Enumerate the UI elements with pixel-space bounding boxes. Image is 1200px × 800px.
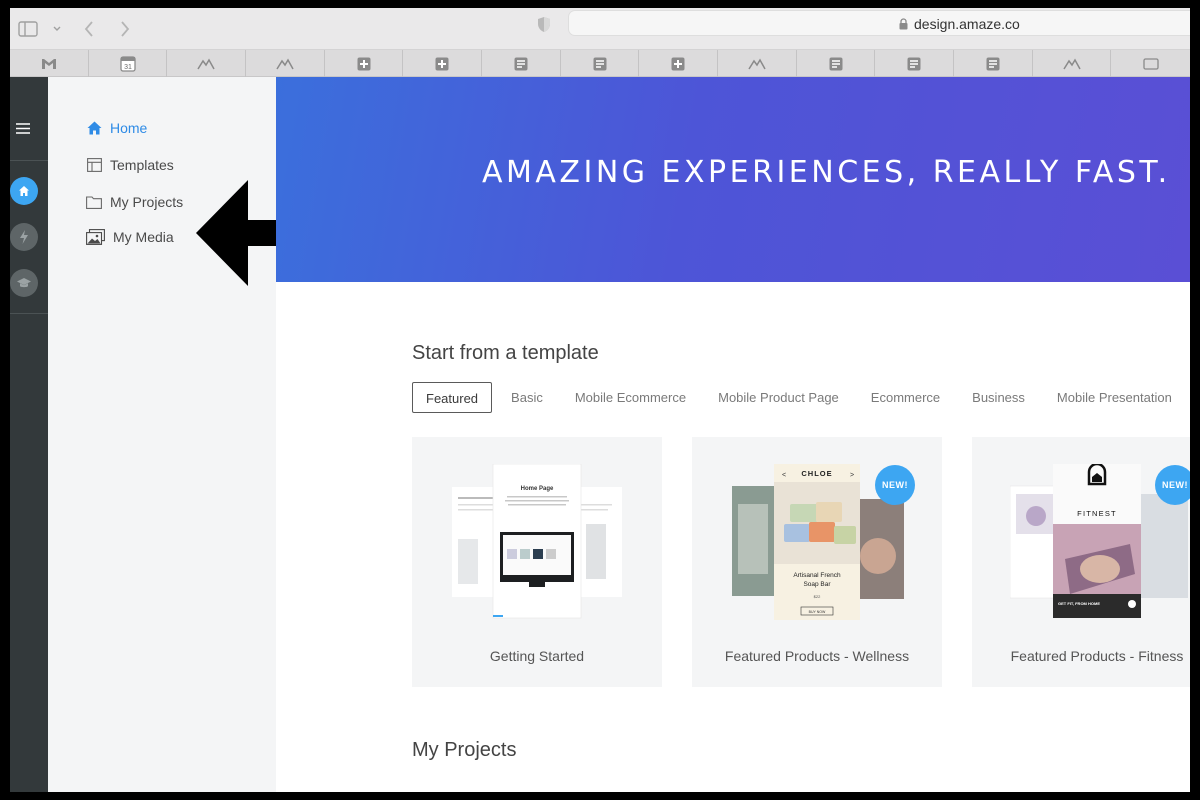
template-card-fitness[interactable]: FITNEST GET FIT, FROM HOME NEW! Featured… xyxy=(972,437,1190,687)
doc-icon xyxy=(829,57,843,70)
sidebar-item-label: Home xyxy=(110,120,148,136)
lock-icon xyxy=(899,17,908,30)
thumbnail-button: BUY NOW xyxy=(809,610,826,614)
card-label: Featured Products - Wellness xyxy=(724,648,910,664)
rail-learn-button[interactable] xyxy=(10,269,38,297)
doc-icon xyxy=(986,57,1000,70)
hero-title: AMAZING EXPERIENCES, REALLY FAST. xyxy=(482,155,1171,190)
bookmark-doc[interactable] xyxy=(875,50,955,77)
bookmark-plus[interactable] xyxy=(403,50,483,77)
card-label: Getting Started xyxy=(489,648,585,664)
rail-divider xyxy=(10,313,48,314)
bookmark-doc[interactable] xyxy=(954,50,1033,77)
home-icon xyxy=(19,186,29,196)
plus-icon xyxy=(435,57,449,70)
template-tabs: Featured Basic Mobile Ecommerce Mobile P… xyxy=(412,382,1190,413)
sidebar-item-templates[interactable]: Templates xyxy=(86,154,174,176)
mountain-icon xyxy=(748,58,766,69)
svg-text:>: > xyxy=(850,472,854,479)
mountain-icon xyxy=(197,58,215,69)
back-icon[interactable] xyxy=(84,21,94,41)
card-label: Featured Products - Fitness xyxy=(1010,648,1184,664)
browser-window: design.amaze.co 31 Home Templates My Pro… xyxy=(10,8,1190,792)
hero-banner: AMAZING EXPERIENCES, REALLY FAST. xyxy=(276,77,1190,282)
bookmark-doc[interactable] xyxy=(561,50,640,77)
thumbnail-caption: GET FIT, FROM HOME xyxy=(1058,601,1100,606)
bookmark-calendar[interactable]: 31 xyxy=(89,50,168,77)
mountain-icon xyxy=(276,58,294,69)
tab-featured[interactable]: Featured xyxy=(412,382,493,413)
address-bar[interactable]: design.amaze.co xyxy=(568,10,1190,36)
thumbnail-brand: FITNEST xyxy=(1077,509,1117,518)
doc-icon xyxy=(514,57,528,70)
doc-icon xyxy=(907,57,921,70)
media-icon xyxy=(86,229,105,245)
bookmark-mountain[interactable] xyxy=(167,50,247,77)
gmail-icon xyxy=(41,58,56,69)
doc-icon xyxy=(593,57,607,70)
bookmark-window[interactable] xyxy=(1111,50,1190,77)
thumbnail-title: Home Page xyxy=(521,486,554,492)
sidebar-item-label: My Projects xyxy=(110,194,184,210)
my-projects-heading: My Projects xyxy=(412,739,517,761)
calendar-day: 31 xyxy=(124,64,132,71)
bookmarks-bar: 31 xyxy=(10,50,1190,77)
thumbnail-product-line-2: Soap Bar xyxy=(803,581,831,588)
shield-icon[interactable] xyxy=(537,16,551,33)
bookmark-mountain[interactable] xyxy=(718,50,797,77)
app-rail xyxy=(10,77,48,792)
tab-mobile-product-page[interactable]: Mobile Product Page xyxy=(705,382,852,413)
bookmark-gmail[interactable] xyxy=(10,50,89,77)
forward-icon[interactable] xyxy=(120,21,130,41)
tab-mobile-presentation[interactable]: Mobile Presentation xyxy=(1044,382,1185,413)
sidebar-item-label: Templates xyxy=(110,157,174,173)
template-icon xyxy=(86,157,102,173)
bookmark-mountain[interactable] xyxy=(246,50,325,77)
tab-mobile-ecommerce[interactable]: Mobile Ecommerce xyxy=(562,382,699,413)
home-icon xyxy=(86,120,102,136)
bookmark-plus[interactable] xyxy=(639,50,719,77)
bookmark-plus[interactable] xyxy=(325,50,404,77)
plus-icon xyxy=(671,57,685,70)
sidebar-item-my-media[interactable]: My Media xyxy=(86,226,174,248)
url-text: design.amaze.co xyxy=(914,16,1020,32)
new-badge: NEW! xyxy=(875,465,915,505)
sidebar-item-my-projects[interactable]: My Projects xyxy=(86,191,183,213)
graduation-cap-icon xyxy=(17,278,31,288)
browser-toolbar: design.amaze.co xyxy=(10,8,1190,50)
window-icon xyxy=(1143,57,1159,70)
chevron-down-icon[interactable] xyxy=(52,22,62,38)
thumbnail-brand: CHLOE xyxy=(801,469,832,478)
svg-text:<: < xyxy=(782,472,786,479)
main-content: AMAZING EXPERIENCES, REALLY FAST. Start … xyxy=(276,77,1190,792)
bookmark-doc[interactable] xyxy=(797,50,876,77)
rail-divider xyxy=(10,160,48,161)
templates-heading: Start from a template xyxy=(412,342,599,364)
plus-icon xyxy=(357,57,371,70)
thumbnail-product-line-1: Artisanal French xyxy=(793,572,841,579)
thumbnail-price: $22 xyxy=(814,594,821,599)
sidebar-item-label: My Media xyxy=(113,229,174,245)
hamburger-menu-icon[interactable] xyxy=(16,121,30,134)
mountain-icon xyxy=(1062,58,1081,69)
lightning-icon xyxy=(20,230,28,244)
rail-home-button[interactable] xyxy=(10,177,38,205)
new-badge: NEW! xyxy=(1155,465,1190,505)
template-card-getting-started[interactable]: Home Page Getting Started xyxy=(412,437,662,687)
sidebar-toggle-icon[interactable] xyxy=(18,21,38,41)
bookmark-mountain[interactable] xyxy=(1033,50,1112,77)
tab-ecommerce[interactable]: Ecommerce xyxy=(858,382,953,413)
bookmark-doc[interactable] xyxy=(482,50,561,77)
rail-lightning-button[interactable] xyxy=(10,223,38,251)
folder-icon xyxy=(86,194,102,210)
template-card-wellness[interactable]: < > CHLOE Artisanal French Soap Bar $22 … xyxy=(692,437,942,687)
tab-basic[interactable]: Basic xyxy=(498,382,556,413)
getting-started-thumbnail: Home Page xyxy=(452,464,622,619)
tab-business[interactable]: Business xyxy=(959,382,1038,413)
sidebar-item-home[interactable]: Home xyxy=(86,117,147,139)
calendar-icon: 31 xyxy=(119,55,136,72)
